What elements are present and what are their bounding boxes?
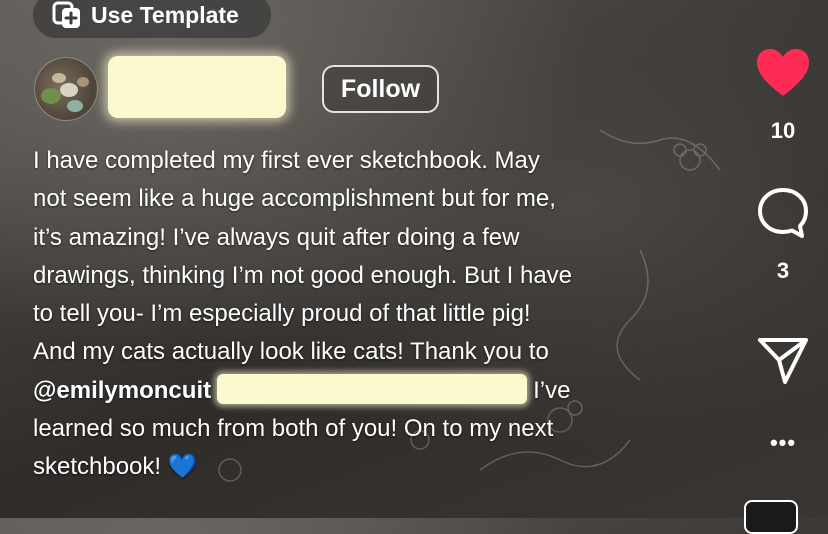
avatar[interactable] (34, 57, 98, 121)
caption-line: it’s amazing! I’ve always quit after doi… (33, 223, 520, 251)
sound-thumbnail[interactable] (744, 500, 798, 534)
use-template-button[interactable]: Use Template (33, 0, 271, 38)
more-glyph: ••• (769, 430, 797, 455)
comment-icon[interactable] (756, 186, 810, 240)
use-template-label: Use Template (91, 1, 239, 28)
caption-line: not seem like a huge accomplishment but … (33, 185, 556, 213)
share-icon[interactable] (757, 336, 809, 384)
caption-line: And my cats actually look like cats! Tha… (33, 338, 549, 366)
follow-button[interactable]: Follow (322, 65, 439, 113)
caption-line: I have completed my first ever sketchboo… (33, 147, 540, 174)
mention-link[interactable]: @emilymoncuit (33, 377, 211, 404)
caption-line: to tell you- I’m especially proud of tha… (33, 300, 531, 328)
caption-line: drawings, thinking I’m not good enough. … (33, 261, 573, 289)
like-count: 10 (770, 118, 796, 143)
caption-line: @emilymoncuit I’ve (33, 372, 708, 410)
avatar-image (41, 73, 89, 112)
more-icon[interactable]: ••• (761, 430, 805, 455)
comment-count: 3 (776, 258, 790, 283)
redacted-username (108, 56, 286, 118)
caption-line-tail: I’ve (533, 376, 571, 404)
follow-label: Follow (340, 74, 421, 103)
heart-icon[interactable] (755, 48, 811, 98)
post-caption: I have completed my first ever sketchboo… (33, 142, 708, 487)
use-template-icon (52, 1, 80, 28)
redacted-mention (217, 373, 528, 404)
action-rail: 10 3 ••• (738, 0, 828, 518)
caption-line: sketchbook! 💙 (33, 453, 198, 481)
caption-line: learned so much from both of you! On to … (33, 415, 554, 443)
